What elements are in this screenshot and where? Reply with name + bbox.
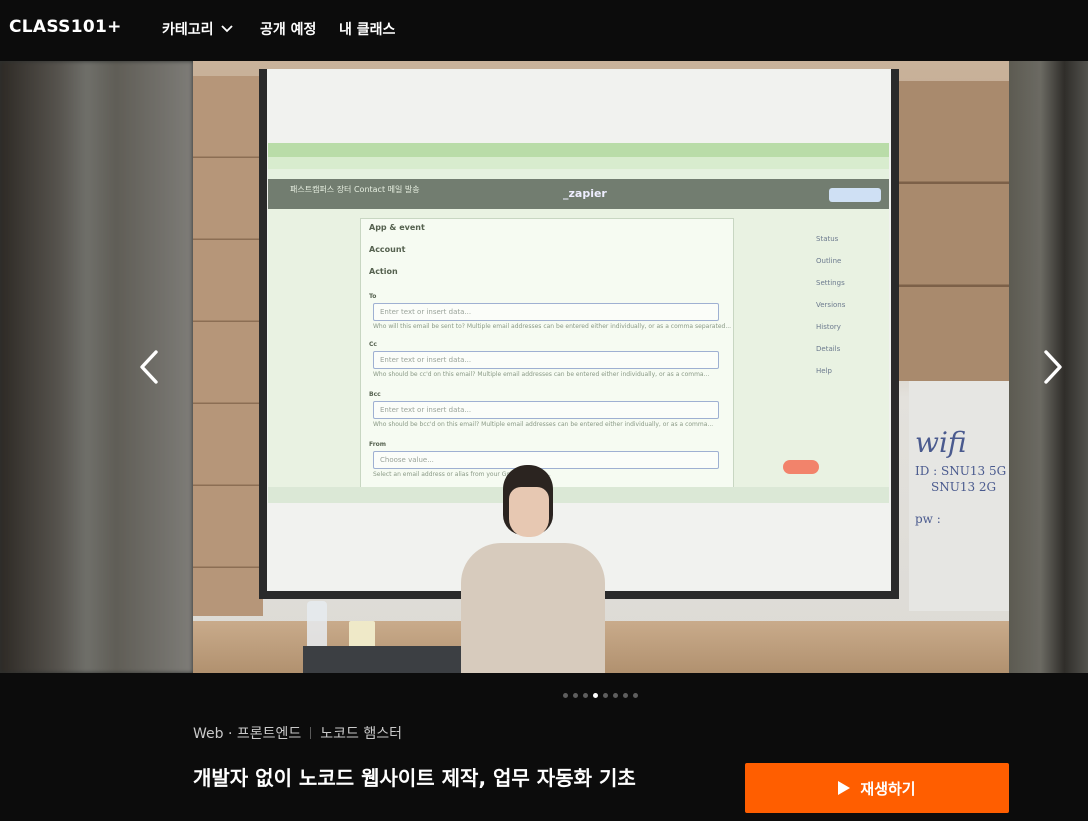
carousel-slide-image: wifi ID : SNU13 5G SNU13 2G pw : 패스트캠퍼스 장터… <box>193 61 1009 673</box>
wall-panel <box>899 81 1009 381</box>
course-meta: Web · 프론트엔드 노코드 햄스터 <box>193 723 402 743</box>
nav-my-class-link[interactable]: 내 클래스 <box>339 19 395 39</box>
pagination-dot[interactable] <box>623 693 628 698</box>
top-navigation-bar: CLASS101+ 카테고리 공개 예정 내 클래스 <box>0 0 1088 61</box>
carousel-next-button[interactable] <box>1038 349 1068 385</box>
play-button-label: 재생하기 <box>860 779 916 798</box>
divider <box>310 727 312 739</box>
wall-panel <box>193 76 263 616</box>
projected-zapier-ui: 패스트캠퍼스 장터 Contact 메일 발송 _zapier App & ev… <box>268 143 889 503</box>
zapier-logo: _zapier <box>563 187 607 200</box>
class101-logo[interactable]: CLASS101+ <box>9 17 122 37</box>
chevron-right-icon <box>1044 350 1062 384</box>
carousel-pagination <box>563 693 638 698</box>
chevron-down-icon <box>220 25 233 33</box>
play-button[interactable]: 재생하기 <box>745 763 1009 813</box>
carousel-prev-button[interactable] <box>134 349 164 385</box>
nav-category-menu[interactable]: 카테고리 <box>162 19 233 39</box>
creator-name[interactable]: 노코드 햄스터 <box>320 723 402 743</box>
nav-category-label: 카테고리 <box>162 22 214 38</box>
pagination-dot[interactable] <box>603 693 608 698</box>
nav-upcoming-link[interactable]: 공개 예정 <box>260 19 316 39</box>
pagination-dot[interactable] <box>563 693 568 698</box>
course-category[interactable]: Web · 프론트엔드 <box>193 723 301 743</box>
water-bottle <box>307 601 327 651</box>
pagination-dot[interactable] <box>583 693 588 698</box>
desk-equipment <box>303 646 468 673</box>
chevron-left-icon <box>140 350 158 384</box>
course-title: 개발자 없이 노코드 웹사이트 제작, 업무 자동화 기초 <box>193 766 636 790</box>
hero-carousel: wifi ID : SNU13 5G SNU13 2G pw : 패스트캠퍼스 장터… <box>0 61 1088 673</box>
pagination-dot[interactable] <box>573 693 578 698</box>
play-icon <box>838 781 851 795</box>
background-shade-left <box>0 61 193 673</box>
pagination-dot[interactable] <box>633 693 638 698</box>
whiteboard-writing: wifi ID : SNU13 5G SNU13 2G pw : <box>915 426 1007 526</box>
pagination-dot[interactable] <box>593 693 598 698</box>
presenter <box>461 465 605 673</box>
pagination-dot[interactable] <box>613 693 618 698</box>
